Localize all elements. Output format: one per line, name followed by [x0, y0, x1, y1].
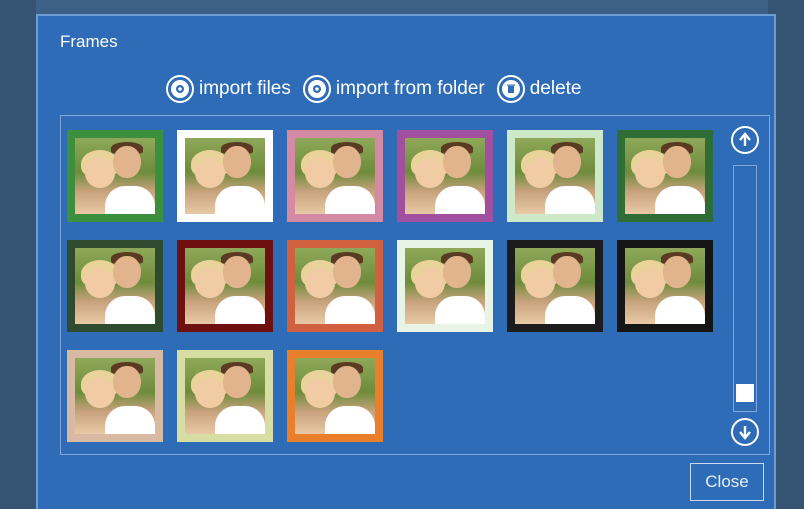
frame-photo	[405, 138, 485, 214]
scroll-up-button[interactable]	[731, 126, 759, 154]
close-button[interactable]: Close	[690, 463, 764, 501]
frame-thumbnail[interactable]	[397, 130, 493, 222]
frame-photo	[625, 138, 705, 214]
scrollbar-track[interactable]	[733, 165, 757, 412]
import-files-button[interactable]: import files	[166, 75, 291, 103]
frame-thumbnail[interactable]	[507, 130, 603, 222]
frame-thumbnail[interactable]	[397, 240, 493, 332]
frame-thumbnail[interactable]	[67, 130, 163, 222]
frames-dialog: Frames import files import from folder d…	[36, 14, 776, 509]
frame-thumbnail[interactable]	[507, 240, 603, 332]
delete-button[interactable]: delete	[496, 75, 582, 103]
frame-thumbnail[interactable]	[177, 350, 273, 442]
import-from-folder-label: import from folder	[335, 78, 485, 99]
frame-photo	[75, 358, 155, 434]
scrollbar-thumb[interactable]	[736, 384, 754, 402]
frame-thumbnail[interactable]	[287, 350, 383, 442]
frame-thumbnail[interactable]	[287, 130, 383, 222]
frame-thumbnail[interactable]	[617, 130, 713, 222]
frame-photo	[405, 248, 485, 324]
frame-photo	[295, 358, 375, 434]
frame-thumbnail[interactable]	[177, 130, 273, 222]
frame-photo	[75, 248, 155, 324]
vertical-scrollbar[interactable]	[729, 122, 763, 447]
frame-photo	[75, 138, 155, 214]
dialog-title: Frames	[60, 32, 118, 51]
frame-thumbnail[interactable]	[67, 240, 163, 332]
gear-icon	[302, 75, 331, 103]
frame-photo	[625, 248, 705, 324]
scroll-down-button[interactable]	[731, 418, 759, 446]
delete-label: delete	[529, 78, 582, 99]
background-left-edge	[0, 0, 36, 509]
import-from-folder-button[interactable]: import from folder	[302, 75, 485, 103]
frame-thumbnail[interactable]	[287, 240, 383, 332]
frame-photo	[295, 248, 375, 324]
frame-photo	[515, 248, 595, 324]
frame-thumbnail[interactable]	[67, 350, 163, 442]
frame-thumbnail[interactable]	[177, 240, 273, 332]
frame-photo	[185, 358, 265, 434]
arrow-down-icon	[739, 426, 751, 440]
frame-photo	[185, 138, 265, 214]
toolbar: import files import from folder delete	[166, 72, 594, 106]
import-files-label: import files	[199, 78, 291, 99]
frames-panel	[60, 115, 770, 455]
gear-icon	[166, 75, 194, 103]
frame-photo	[185, 248, 265, 324]
arrow-up-icon	[739, 132, 751, 146]
trash-icon	[496, 75, 525, 103]
frame-photo	[295, 138, 375, 214]
frame-thumbnail[interactable]	[617, 240, 713, 332]
frame-photo	[515, 138, 595, 214]
